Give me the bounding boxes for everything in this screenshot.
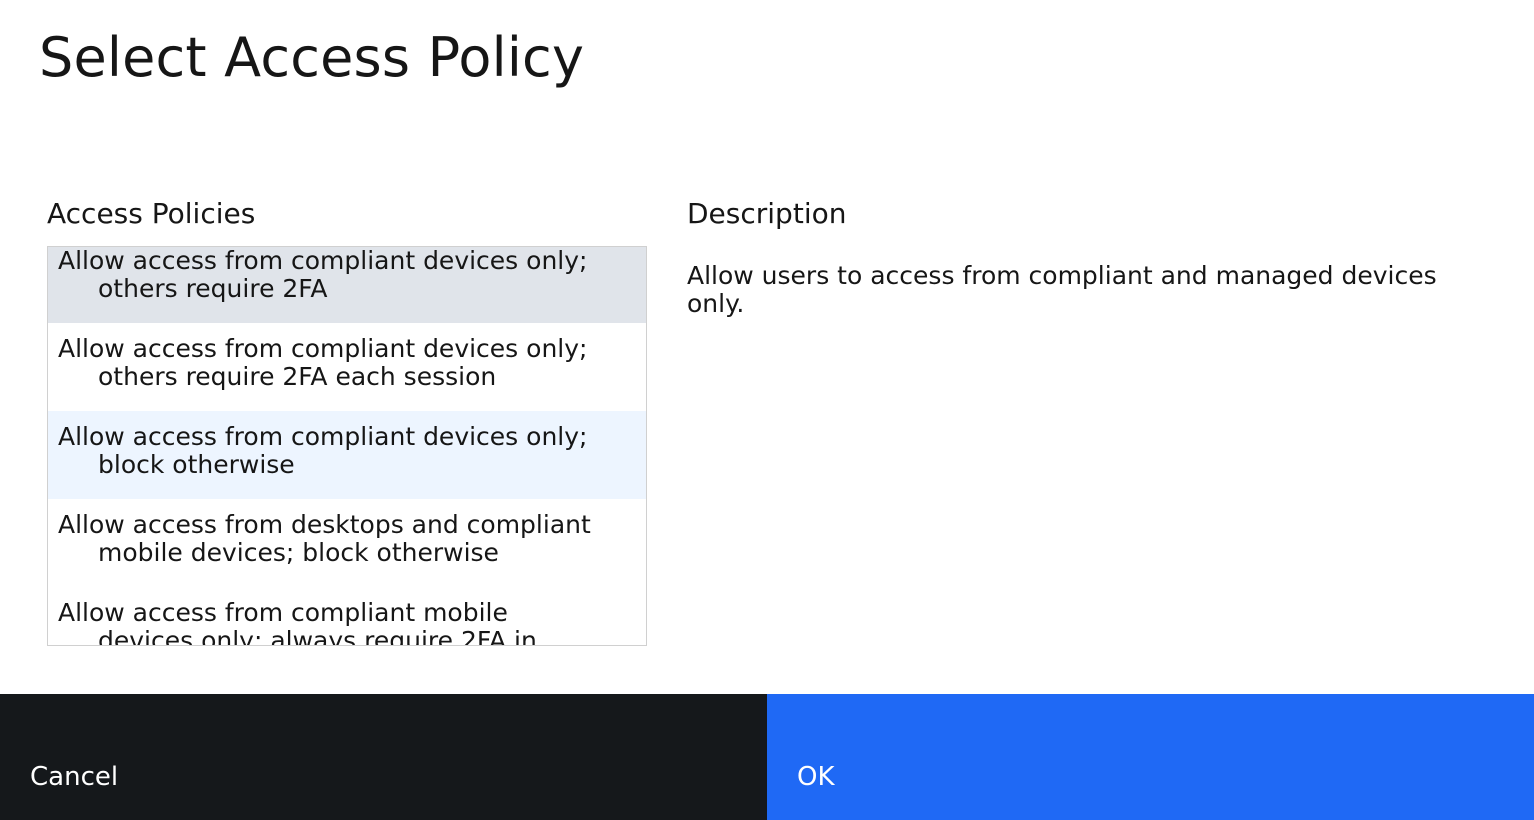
description-heading: Description (687, 197, 847, 230)
cancel-button[interactable]: Cancel (0, 694, 767, 820)
policy-item[interactable]: Allow access from compliant mobile devic… (48, 587, 646, 646)
policy-item-label-line2: devices only; always require 2FA in (98, 626, 537, 646)
policy-item[interactable]: Allow access from compliant devices only… (48, 323, 646, 411)
policy-item-label-line2: mobile devices; block otherwise (98, 538, 499, 567)
policy-item-label-line1: Allow access from compliant devices only… (58, 334, 588, 363)
policy-item-label-line2: block otherwise (98, 450, 295, 479)
policy-item[interactable]: Allow access from desktops and compliant… (48, 499, 646, 587)
select-access-policy-dialog: Select Access Policy Access Policies Des… (0, 0, 1534, 820)
access-policies-heading: Access Policies (47, 197, 256, 230)
policy-list-scroll-area: Allow access from compliant devices only… (48, 246, 646, 646)
access-policy-list[interactable]: Allow access from compliant devices only… (47, 246, 647, 646)
policy-item-label-line1: Allow access from compliant mobile (58, 598, 508, 627)
policy-item-label-line1: Allow access from compliant devices only… (58, 246, 588, 275)
dialog-title: Select Access Policy (39, 26, 585, 89)
policy-item-label-line1: Allow access from compliant devices only… (58, 422, 588, 451)
policy-item-selected[interactable]: Allow access from compliant devices only… (48, 411, 646, 499)
policy-item-label-line1: Allow access from desktops and compliant (58, 510, 591, 539)
policy-item[interactable]: Allow access from compliant devices only… (48, 246, 646, 323)
policy-item-label-line2: others require 2FA each session (98, 362, 497, 391)
policy-item-label-line2: others require 2FA (98, 274, 328, 303)
ok-button[interactable]: OK (767, 694, 1534, 820)
dialog-footer: Cancel OK (0, 694, 1534, 820)
policy-description-text: Allow users to access from compliant and… (687, 261, 1437, 318)
